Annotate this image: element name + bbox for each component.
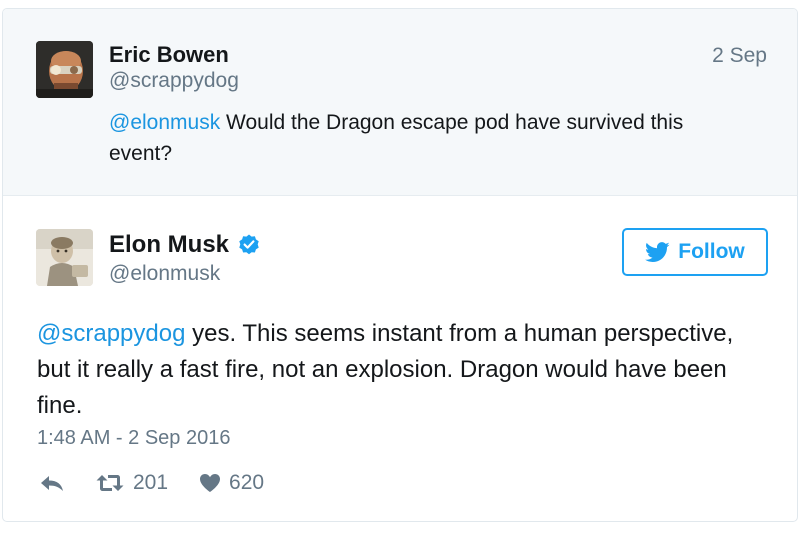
tweet-card: Eric Bowen @scrappydog 2 Sep @elonmusk W… [2,8,798,522]
reply-author-row: Elon Musk [109,231,261,259]
reply-icon [39,473,65,493]
twitter-bird-icon [645,241,670,263]
parent-author-handle[interactable]: @scrappydog [109,69,239,93]
reply-author-name[interactable]: Elon Musk [109,231,229,259]
avatar-eric-bowen[interactable] [36,41,93,98]
mention-link[interactable]: @scrappydog [37,320,185,347]
tweet-actions: 201 620 [39,471,264,495]
retweet-count: 201 [133,471,169,494]
heart-icon [199,473,221,493]
like-count: 620 [229,471,265,494]
follow-button[interactable]: Follow [622,228,768,276]
parent-tweet-date[interactable]: 2 Sep [712,44,767,68]
parent-tweet-text: @elonmusk Would the Dragon escape pod ha… [109,107,749,169]
verified-badge-icon [237,233,261,257]
reply-author-handle[interactable]: @elonmusk [109,262,220,286]
retweet-icon [95,473,125,493]
reply-tweet-text: @scrappydog yes. This seems instant from… [37,316,767,424]
mention-link[interactable]: @elonmusk [109,111,220,134]
follow-button-label: Follow [678,240,745,263]
reply-button[interactable] [39,473,65,493]
avatar-elon-musk[interactable] [36,229,93,286]
parent-tweet[interactable]: Eric Bowen @scrappydog 2 Sep @elonmusk W… [3,9,797,196]
retweet-button[interactable]: 201 [95,471,168,495]
parent-author-name[interactable]: Eric Bowen [109,42,229,68]
tweet-timestamp[interactable]: 1:48 AM - 2 Sep 2016 [37,427,230,450]
like-button[interactable]: 620 [199,471,264,495]
